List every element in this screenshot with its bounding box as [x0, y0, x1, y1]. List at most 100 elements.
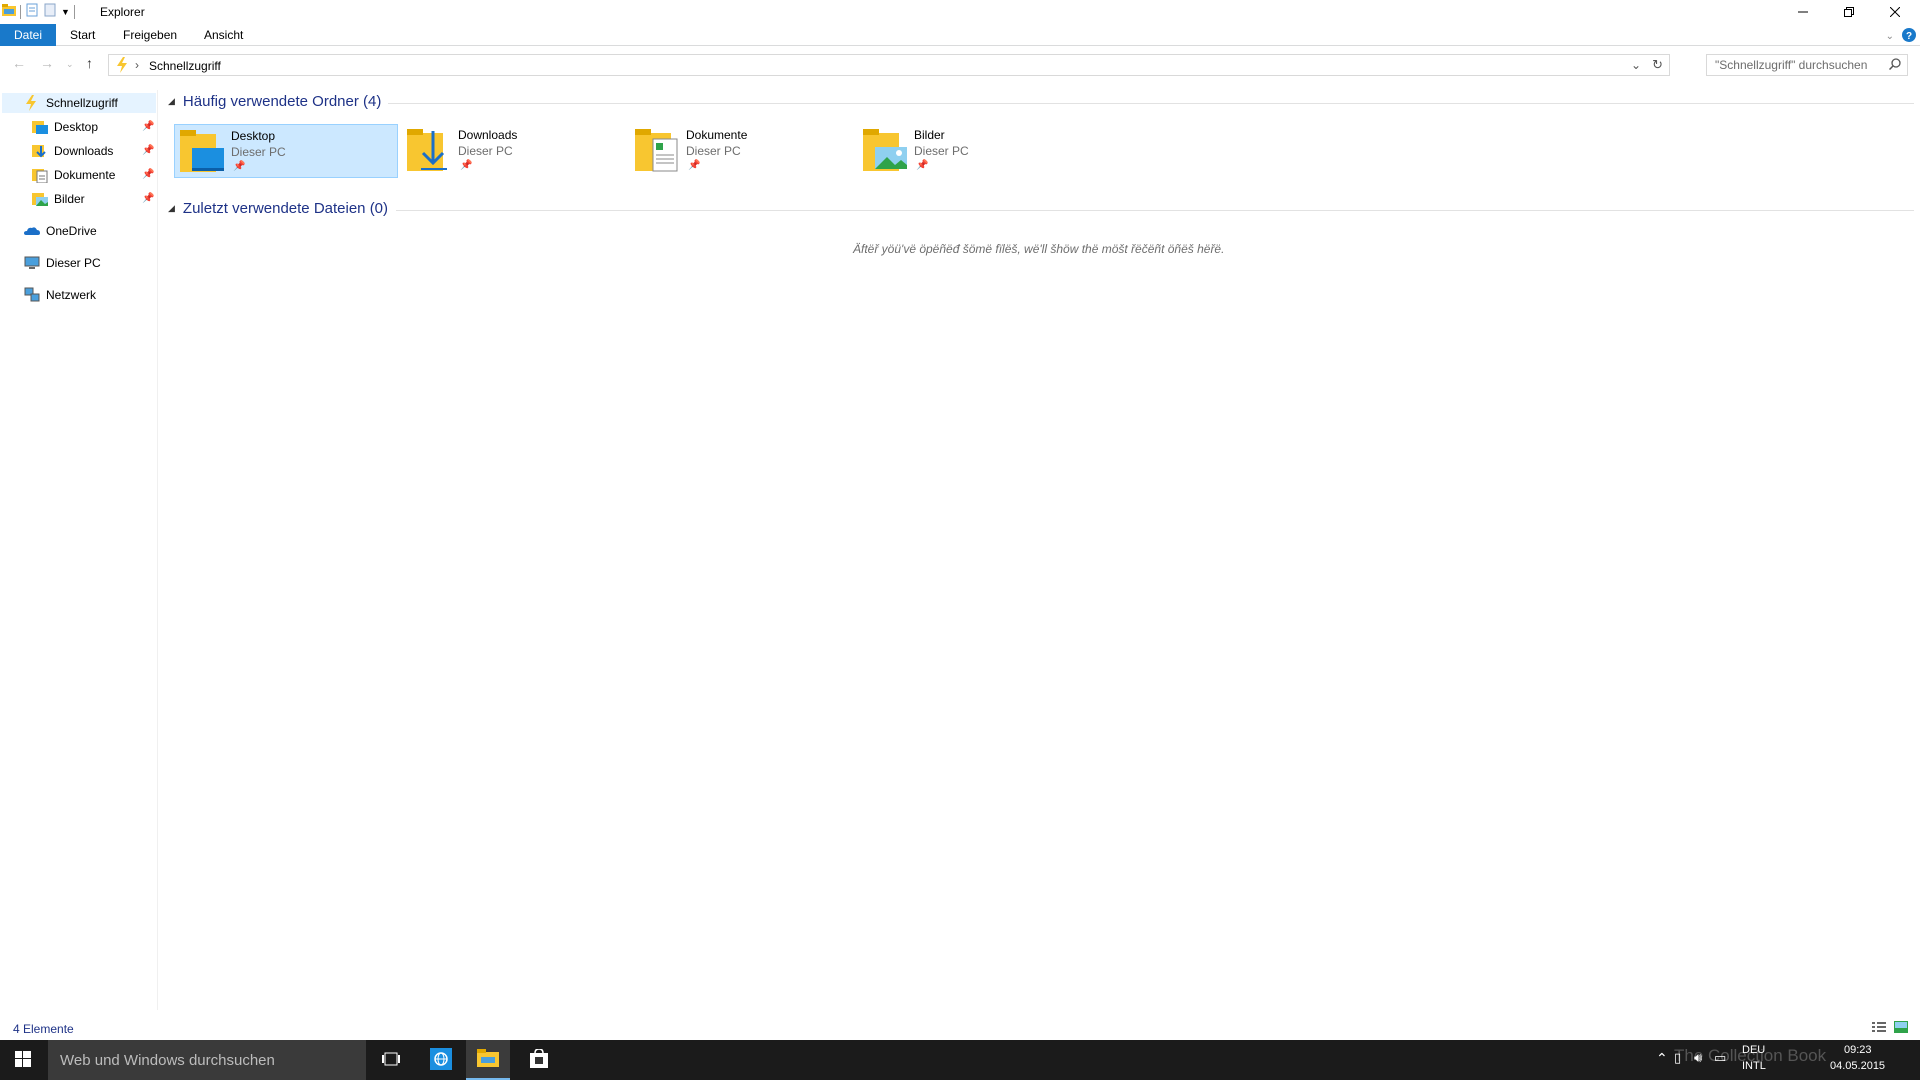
expand-ribbon-icon[interactable]: ⌄	[1886, 31, 1894, 42]
action-center-icon[interactable]: ▭	[1714, 1050, 1726, 1066]
ribbon-tabs: Datei Start Freigeben Ansicht ⌄ ?	[0, 24, 1920, 46]
quick-access-icon	[115, 57, 129, 76]
clock-time[interactable]: 09:23	[1844, 1044, 1872, 1056]
documents-folder-icon	[32, 167, 48, 184]
folder-name: Downloads	[458, 128, 518, 142]
nav-label: Bilder	[54, 192, 85, 206]
breadcrumb-chevron-icon[interactable]: ›	[135, 58, 139, 72]
volume-icon[interactable]: 🔊︎	[1694, 1050, 1702, 1066]
nav-item-downloads[interactable]: Downloads	[32, 141, 113, 161]
taskbar-app-store[interactable]	[516, 1040, 562, 1080]
tab-freigeben[interactable]: Freigeben	[109, 24, 191, 46]
show-hidden-icons-icon[interactable]: ⌃	[1656, 1050, 1668, 1067]
pin-icon[interactable]: 📌	[142, 169, 154, 180]
folder-location: Dieser PC	[686, 144, 741, 158]
desktop-folder-icon	[32, 119, 48, 135]
nav-label: OneDrive	[46, 224, 97, 238]
recent-locations-icon[interactable]: ⌄	[66, 59, 74, 70]
nav-item-dokumente[interactable]: Dokumente	[32, 165, 115, 185]
group-divider	[388, 103, 1914, 104]
input-language-bottom[interactable]: INTL	[1742, 1060, 1766, 1072]
pin-icon[interactable]: 📌	[688, 160, 700, 171]
up-icon[interactable]: ↑	[86, 55, 93, 71]
back-icon[interactable]: ←	[12, 55, 26, 71]
quick-access-icon	[24, 95, 40, 111]
properties-icon[interactable]	[25, 3, 39, 20]
windows-logo-icon	[15, 1050, 31, 1070]
search-input[interactable]	[1707, 55, 1877, 75]
browser-icon	[430, 1047, 452, 1073]
store-icon	[529, 1047, 549, 1072]
nav-item-quick-access[interactable]: Schnellzugriff	[2, 93, 156, 113]
pin-icon[interactable]: 📌	[142, 121, 154, 132]
pin-icon[interactable]: 📌	[142, 145, 154, 156]
item-count: 4 Elemente	[13, 1022, 74, 1036]
minimize-button[interactable]	[1780, 0, 1826, 24]
tab-start[interactable]: Start	[56, 24, 109, 46]
collapse-triangle-icon[interactable]: ◢	[168, 96, 175, 107]
downloads-folder-icon	[407, 127, 453, 173]
nav-item-this-pc[interactable]: Dieser PC	[24, 253, 101, 273]
folder-tile-bilder[interactable]: Bilder Dieser PC 📌	[858, 124, 1082, 178]
window-title: Explorer	[100, 5, 145, 19]
nav-item-onedrive[interactable]: OneDrive	[24, 221, 97, 241]
nav-item-desktop[interactable]: Desktop	[32, 117, 98, 137]
refresh-icon[interactable]: ↻	[1652, 57, 1663, 73]
explorer-app-icon[interactable]	[2, 4, 16, 19]
computer-icon	[24, 255, 40, 271]
taskbar-app-browser[interactable]	[418, 1040, 464, 1080]
nav-item-network[interactable]: Netzwerk	[24, 285, 96, 305]
system-tray: The Collection Book ⌃ ▯ 🔊︎ ▭ DEU INTL 09…	[1656, 1040, 1920, 1080]
onedrive-icon	[24, 223, 40, 239]
explorer-icon	[477, 1048, 499, 1070]
nav-label: Dokumente	[54, 168, 116, 182]
pin-icon[interactable]: 📌	[233, 161, 245, 172]
pictures-folder-icon	[32, 191, 48, 207]
separator	[73, 4, 75, 19]
svg-text:?: ?	[1906, 31, 1912, 42]
folder-tile-desktop[interactable]: Desktop Dieser PC 📌	[174, 124, 398, 178]
restore-button[interactable]	[1826, 0, 1872, 24]
task-view-icon	[382, 1052, 400, 1069]
network-tray-icon[interactable]: ▯	[1674, 1050, 1681, 1066]
address-dropdown-icon[interactable]: ⌄	[1631, 58, 1641, 72]
nav-label: Desktop	[54, 120, 99, 134]
empty-recent-message: Äftëř yöü'vë öpëñëđ šömë fïlëš, wë'll šh…	[853, 242, 1225, 256]
search-icon[interactable]	[1888, 58, 1901, 73]
taskbar-search[interactable]: Web und Windows durchsuchen	[48, 1040, 366, 1080]
pin-icon[interactable]: 📌	[916, 160, 928, 171]
close-button[interactable]	[1872, 0, 1918, 24]
details-view-icon[interactable]	[1872, 1021, 1886, 1036]
status-bar: 4 Elemente	[0, 1018, 1920, 1040]
large-icons-view-icon[interactable]	[1894, 1021, 1908, 1036]
search-box[interactable]	[1706, 54, 1908, 76]
input-language-top[interactable]: DEU	[1742, 1044, 1765, 1056]
folder-name: Desktop	[231, 129, 276, 143]
group-header-recent[interactable]: ◢ Zuletzt verwendete Dateien (0)	[168, 200, 388, 217]
customize-qat-icon[interactable]: ▼	[61, 7, 70, 17]
task-view-button[interactable]	[368, 1040, 414, 1080]
address-row: ← → ⌄ ↑ › Schnellzugriff ⌄ ↻	[0, 52, 1920, 76]
nav-label: Dieser PC	[46, 256, 101, 270]
taskbar-app-explorer[interactable]	[466, 1040, 510, 1080]
collapse-triangle-icon[interactable]: ◢	[168, 203, 175, 214]
nav-label: Schnellzugriff	[46, 96, 118, 110]
help-icon[interactable]: ?	[1902, 28, 1916, 45]
breadcrumb[interactable]: Schnellzugriff	[149, 59, 221, 73]
group-header-frequent[interactable]: ◢ Häufig verwendete Ordner (4)	[168, 93, 381, 110]
nav-label: Downloads	[54, 144, 114, 158]
pin-icon[interactable]: 📌	[142, 193, 154, 204]
folder-tile-downloads[interactable]: Downloads Dieser PC 📌	[402, 124, 626, 178]
tab-ansicht[interactable]: Ansicht	[190, 24, 257, 46]
folder-tile-dokumente[interactable]: Dokumente Dieser PC 📌	[630, 124, 854, 178]
pin-icon[interactable]: 📌	[460, 160, 472, 171]
clock-date[interactable]: 04.05.2015	[1830, 1060, 1885, 1072]
address-bar[interactable]: › Schnellzugriff ⌄ ↻	[108, 54, 1670, 76]
forward-icon[interactable]: →	[40, 55, 54, 71]
tab-datei[interactable]: Datei	[0, 24, 57, 46]
group-title: Zuletzt verwendete Dateien (0)	[182, 200, 389, 217]
start-button[interactable]	[0, 1040, 46, 1080]
new-folder-icon[interactable]	[43, 3, 57, 20]
nav-item-bilder[interactable]: Bilder	[32, 189, 85, 209]
desktop-folder-icon	[180, 128, 226, 174]
